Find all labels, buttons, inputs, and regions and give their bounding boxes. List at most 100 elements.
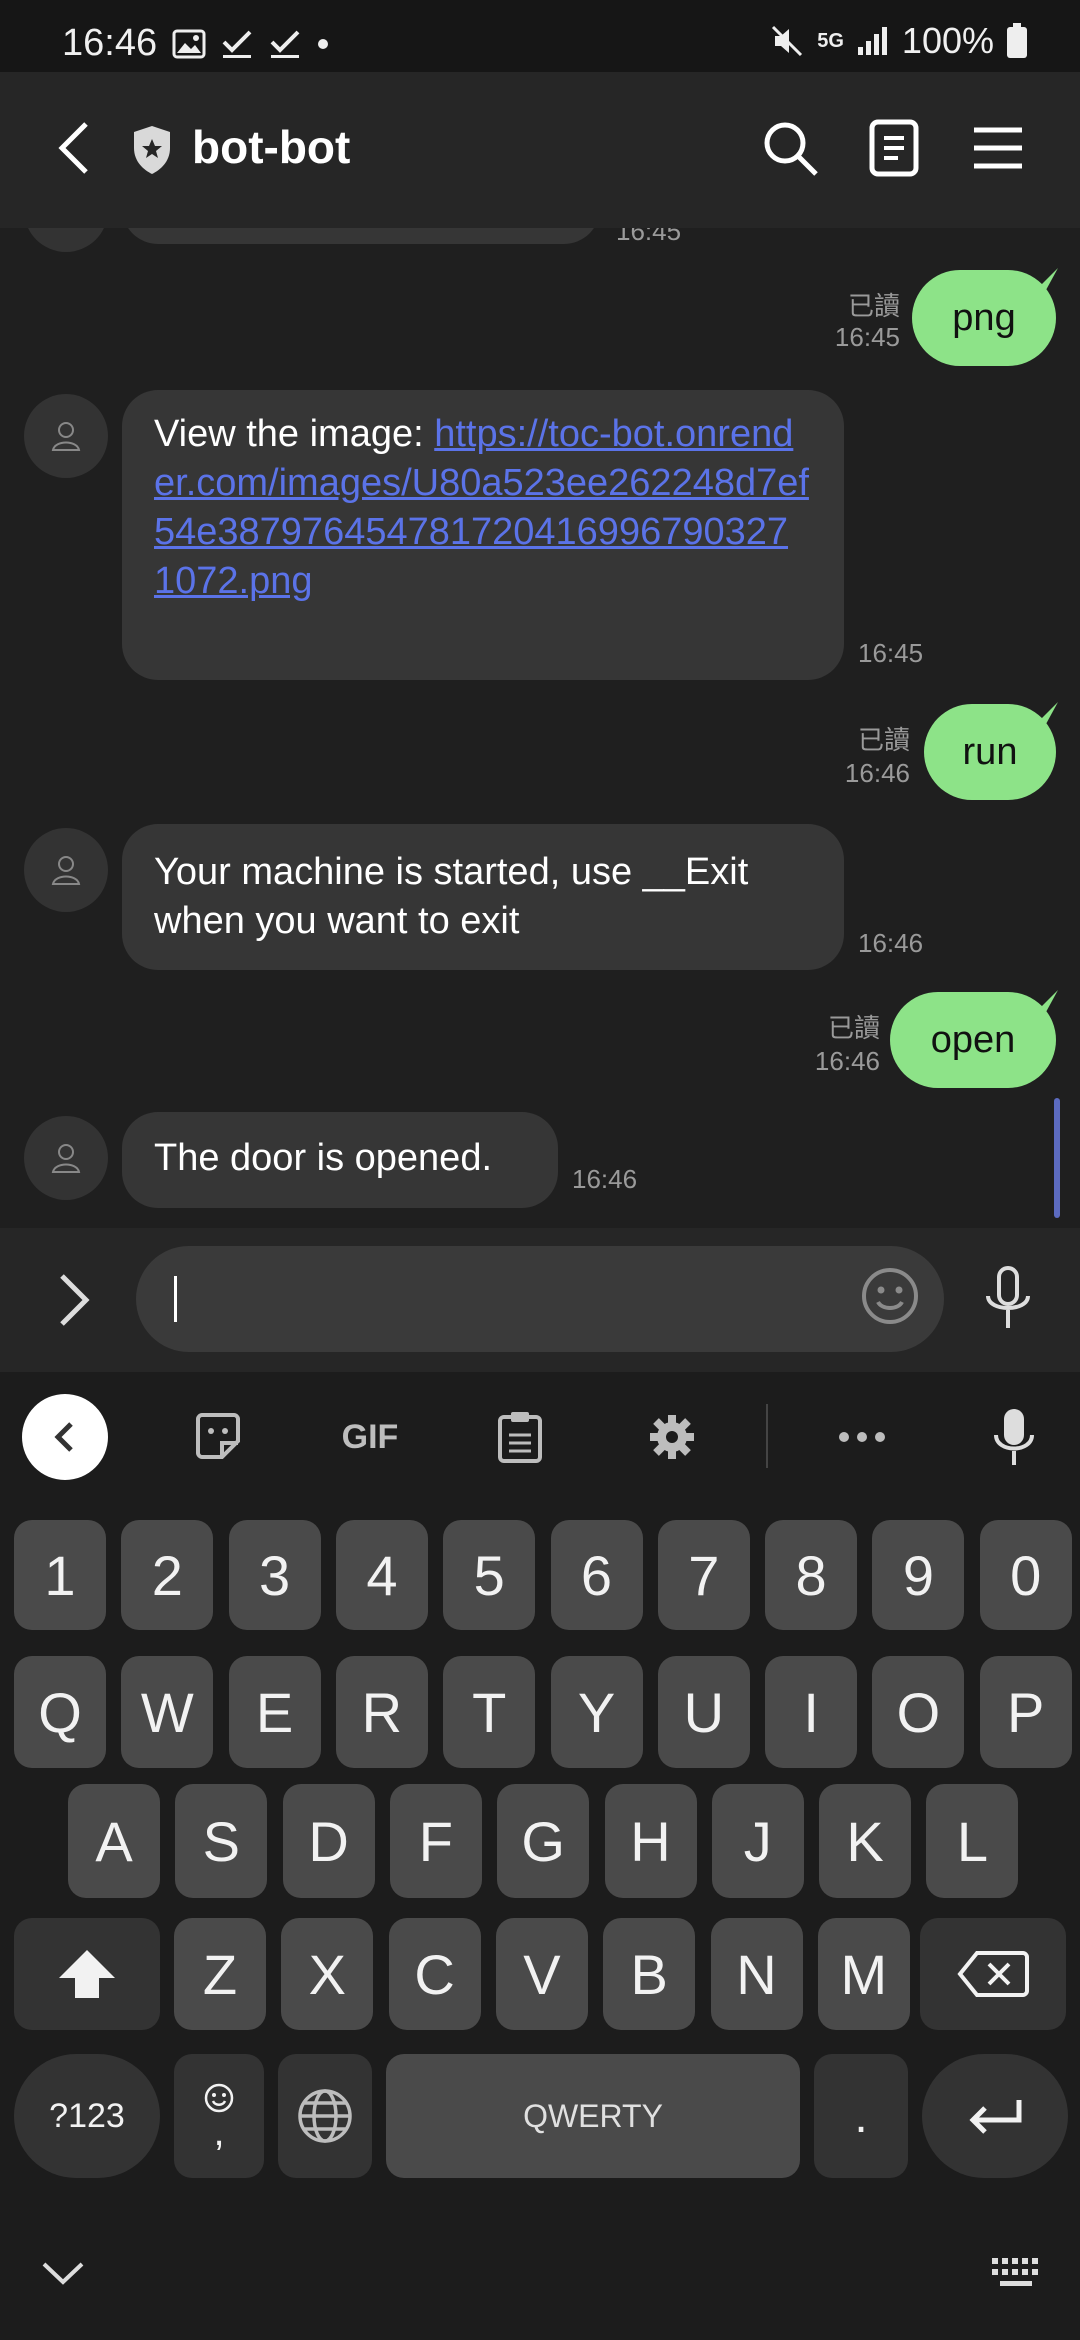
key-5[interactable]: 5 [443, 1520, 536, 1630]
message-input[interactable] [136, 1246, 944, 1352]
bot-avatar[interactable] [24, 1116, 108, 1200]
sticker-button[interactable] [186, 1402, 250, 1472]
key-j[interactable]: J [711, 1784, 804, 1898]
emoji-icon[interactable] [858, 1264, 922, 1328]
key-t[interactable]: T [443, 1656, 536, 1768]
message-text: View the image: [154, 413, 435, 455]
bot-avatar[interactable] [24, 828, 108, 912]
key-v[interactable]: V [495, 1918, 588, 2030]
voice-input-button[interactable] [982, 1402, 1046, 1472]
key-w[interactable]: W [121, 1656, 214, 1768]
bubble-tail [1036, 702, 1058, 724]
key-8[interactable]: 8 [765, 1520, 858, 1630]
language-key[interactable] [278, 2054, 372, 2178]
system-icons: 5G 100% [769, 20, 1028, 62]
message-time: 16:45 [616, 228, 682, 246]
message-bubble-outgoing[interactable]: open [890, 992, 1056, 1088]
key-d[interactable]: D [282, 1784, 375, 1898]
read-receipt: 已讀 [857, 725, 910, 755]
network-type: 5G [817, 29, 844, 52]
key-z[interactable]: Z [174, 1918, 266, 2030]
hide-keyboard-chevron-icon[interactable] [38, 2254, 88, 2294]
message-bubble-incoming[interactable]: Your machine is started, use __Exit when… [122, 824, 844, 970]
microphone-icon[interactable] [978, 1264, 1038, 1334]
emoji-comma-key[interactable]: , [174, 2054, 264, 2178]
notes-icon[interactable] [862, 116, 926, 180]
search-icon[interactable] [758, 116, 822, 180]
key-3[interactable]: 3 [228, 1520, 321, 1630]
message-time: 16:45 [858, 638, 924, 668]
key-e[interactable]: E [228, 1656, 321, 1768]
key-p[interactable]: P [979, 1656, 1072, 1768]
back-arrow-icon[interactable] [50, 118, 100, 178]
bot-avatar[interactable] [24, 228, 108, 252]
chat-scrollbar[interactable] [1054, 1098, 1060, 1218]
backspace-key[interactable] [920, 1918, 1066, 2030]
key-h[interactable]: H [604, 1784, 697, 1898]
key-l[interactable]: L [926, 1784, 1019, 1898]
symbols-key[interactable]: ?123 [14, 2054, 160, 2178]
clipboard-button[interactable] [488, 1402, 552, 1472]
bubble-tail [1036, 990, 1058, 1012]
key-k[interactable]: K [819, 1784, 912, 1898]
key-f[interactable]: F [389, 1784, 482, 1898]
bubble-tail [1036, 268, 1058, 290]
key-s[interactable]: S [175, 1784, 268, 1898]
key-m[interactable]: M [817, 1918, 910, 2030]
battery-icon [1007, 23, 1027, 58]
menu-icon[interactable] [966, 116, 1030, 180]
key-1[interactable]: 1 [14, 1520, 106, 1630]
signal-icon [857, 27, 887, 55]
key-9[interactable]: 9 [872, 1520, 965, 1630]
shift-key[interactable] [14, 1918, 160, 2030]
chat-area[interactable]: 16:45 已讀 16:45 png View the image: https… [0, 228, 1080, 1228]
key-0[interactable]: 0 [979, 1520, 1072, 1630]
key-i[interactable]: I [765, 1656, 858, 1768]
person-icon [51, 856, 81, 885]
key-6[interactable]: 6 [550, 1520, 643, 1630]
key-y[interactable]: Y [550, 1656, 643, 1768]
message-bubble-outgoing[interactable]: png [912, 270, 1056, 366]
person-icon [51, 422, 81, 451]
key-u[interactable]: U [657, 1656, 750, 1768]
gif-label: GIF [341, 1417, 399, 1456]
message-bubble-incoming[interactable]: View the image: https://toc-bot.onrender… [122, 390, 844, 680]
official-account-shield-icon [134, 126, 170, 174]
on-screen-keyboard: GIF 1234567890QWERTYUIOPASDFGHJKLZXCVBNM… [0, 1372, 1080, 2340]
keyboard-switch-icon[interactable] [990, 2256, 1042, 2290]
key-r[interactable]: R [335, 1656, 428, 1768]
settings-button[interactable] [640, 1402, 704, 1472]
message-bubble-incoming[interactable]: The door is opened. [122, 1112, 558, 1208]
key-q[interactable]: Q [14, 1656, 106, 1768]
more-options-button[interactable] [830, 1402, 894, 1472]
key-a[interactable]: A [68, 1784, 160, 1898]
key-7[interactable]: 7 [657, 1520, 750, 1630]
mute-icon [772, 25, 803, 57]
person-icon [51, 1144, 81, 1173]
shift-arrow-icon [59, 1950, 115, 1998]
text-caret [174, 1276, 177, 1322]
gif-button[interactable]: GIF [330, 1402, 410, 1472]
key-2[interactable]: 2 [121, 1520, 214, 1630]
check-icon [222, 30, 252, 58]
key-n[interactable]: N [710, 1918, 803, 2030]
chat-title: bot-bot [192, 121, 351, 173]
message-bubble-incoming[interactable] [122, 228, 600, 244]
bot-avatar[interactable] [24, 394, 108, 478]
chevron-right-icon[interactable] [48, 1270, 98, 1330]
key-4[interactable]: 4 [335, 1520, 428, 1630]
comma-label: , [213, 2110, 225, 2154]
gear-icon [650, 1415, 694, 1459]
gallery-icon [172, 29, 206, 59]
sticker-icon [196, 1413, 240, 1459]
space-key[interactable]: QWERTY [386, 2054, 800, 2178]
key-b[interactable]: B [603, 1918, 696, 2030]
key-g[interactable]: G [497, 1784, 590, 1898]
key-o[interactable]: O [872, 1656, 965, 1768]
period-key[interactable]: . [814, 2054, 908, 2178]
message-time: 16:46 [844, 758, 910, 788]
key-x[interactable]: X [281, 1918, 374, 2030]
keyboard-back-button[interactable] [22, 1394, 108, 1480]
enter-key[interactable] [922, 2054, 1068, 2178]
key-c[interactable]: C [388, 1918, 481, 2030]
